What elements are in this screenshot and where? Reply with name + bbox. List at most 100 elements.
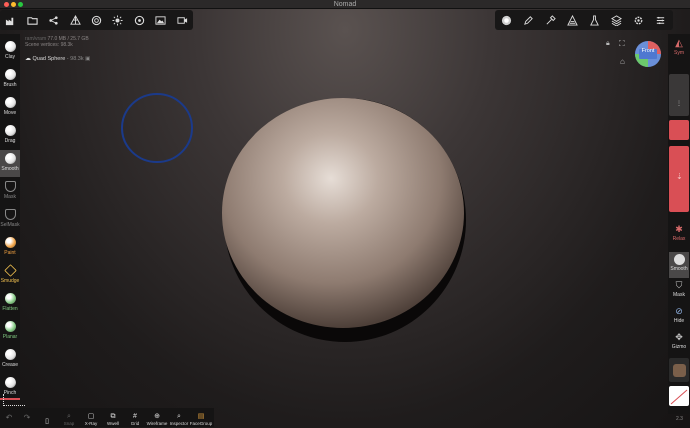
lock-icon[interactable]: 🔒︎ [606,40,610,48]
factory-icon [6,17,14,25]
home-button[interactable] [0,10,21,30]
face-group-button[interactable]: ▤ FaceGroup [190,408,213,427]
vertices-label: Scene vertices: [25,42,60,48]
alpha-curve-icon [670,389,688,405]
planar-icon [4,321,16,332]
tool-smooth[interactable]: Smooth [0,150,20,177]
fullscreen-icon[interactable]: ⛶ [619,39,625,49]
gizmo-toggle-button[interactable]: ✥ Gizmo [669,332,689,350]
smooth-icon [673,254,685,265]
hide-toggle-button[interactable]: ⊘ Hide [669,306,689,324]
tool-drag[interactable]: Drag [0,122,20,149]
gizmo-icon: ✥ [675,332,683,342]
alpha-button[interactable] [561,10,583,30]
home-view-icon[interactable]: ⌂ [620,57,625,66]
file-toolbar [0,10,193,30]
alpha-preview-button[interactable] [669,386,689,406]
close-window-button[interactable] [4,2,9,7]
brush-icon [4,69,16,80]
settings-button[interactable] [627,10,649,30]
title-bar: Nomad [0,0,690,9]
inspector-label: Inspector [169,421,189,426]
mask-label: Mask [4,194,16,200]
version-text: 2.3 [676,416,683,422]
pinch-icon [4,377,16,388]
layers-button[interactable] [605,10,627,30]
topology-button[interactable] [64,10,85,30]
intensity-slider-handle-icon: ⇣ [676,172,683,181]
relax-button[interactable]: ✱ Relax [669,224,689,242]
lighting-button[interactable] [107,10,128,30]
intensity-slider[interactable]: ⇣ [669,146,689,212]
smooth-toggle-button[interactable]: Smooth [669,252,689,278]
shading-button[interactable] [129,10,150,30]
mesh-name: Quad Sphere [32,56,66,62]
brush-preset-button[interactable] [495,10,517,30]
pen-icon [523,15,533,25]
tool-move[interactable]: Move [0,94,20,121]
xray-button[interactable]: ▢ X-Ray [80,408,102,427]
inspector-icon: ⌕ [177,413,181,420]
face-group-icon: ▤ [197,413,205,420]
snap-button[interactable]: ⌕ Snap [58,408,80,427]
planar-label: Planar [2,334,18,340]
files-button[interactable] [21,10,42,30]
smooth-brush-icon [501,15,511,25]
crease-icon [4,349,16,360]
maximize-window-button[interactable] [18,2,23,7]
tool-mask[interactable]: Mask [0,178,20,205]
painting-button[interactable] [539,10,561,30]
mesh-icon: ☁ [25,56,31,62]
scene-stats: ram/vram 77.0 MB / 25.7 GB Scene vertice… [25,36,89,48]
voxel-button[interactable]: ▯ [36,408,58,427]
matcap-button[interactable] [669,358,689,382]
stroke-button[interactable] [517,10,539,30]
tool-clay[interactable]: Clay [0,38,20,65]
smudge-label: Smudge [0,278,20,284]
wireframe-button[interactable]: ⊕ Wireframe [146,408,168,427]
redo-button[interactable]: ↷ [24,413,31,422]
undo-button[interactable]: ↶ [6,413,13,422]
smooth-label: Smooth [670,266,688,272]
sculpt-sphere[interactable] [215,90,475,350]
filter-button[interactable] [583,10,605,30]
minimize-window-button[interactable] [11,2,16,7]
tool-planar[interactable]: Planar [0,318,20,345]
layers-icon [610,14,622,26]
tool-paint[interactable]: Paint [0,234,20,261]
mask-label: Mask [673,292,685,298]
camera-button[interactable] [172,10,193,30]
video-camera-icon [177,16,187,24]
matcap-preview-icon [672,363,686,377]
xray-icon: ▢ [87,413,95,420]
hide-icon: ⊘ [675,306,683,316]
view-cube-gizmo[interactable]: Front [634,40,662,68]
tool-flatten[interactable]: Flatten [0,290,20,317]
tool-brush[interactable]: Brush [0,66,20,93]
tool-settings-toolbar [495,10,673,30]
material-button[interactable] [86,10,107,30]
wireframe-quick-button[interactable]: ⧉ Wwell [102,408,124,427]
shield-icon: ⛉ [675,280,683,290]
viewport[interactable] [0,0,690,428]
smudge-icon [3,264,17,277]
scene-button[interactable] [43,10,64,30]
interface-button[interactable] [649,10,671,30]
panel-resize-handle[interactable] [3,394,25,406]
symmetry-button[interactable]: ◭ Sym [669,38,689,56]
tool-crease[interactable]: Crease [0,346,20,373]
mesh-visibility-icon[interactable]: ▣ [85,56,90,62]
wireframe-icon: ⊕ [154,413,160,420]
grid-button[interactable]: # Grid [124,408,146,427]
sliders-icon [656,16,664,24]
radius-slider[interactable]: ⋮ [669,74,689,116]
gizmo-toggle-label: Gizmo [671,344,687,350]
color-swatch-button[interactable] [669,120,689,140]
tool-smudge[interactable]: Smudge [0,262,20,289]
inspector-button[interactable]: ⌕ Inspector [168,408,190,427]
background-button[interactable] [150,10,171,30]
mask-toggle-button[interactable]: ⛉ Mask [669,280,689,298]
mesh-selector[interactable]: ☁ Quad Sphere - 98.3k ▣ [25,55,90,62]
tool-selmask[interactable]: SelMask [0,206,20,233]
gizmo-cube-icon [635,41,661,67]
